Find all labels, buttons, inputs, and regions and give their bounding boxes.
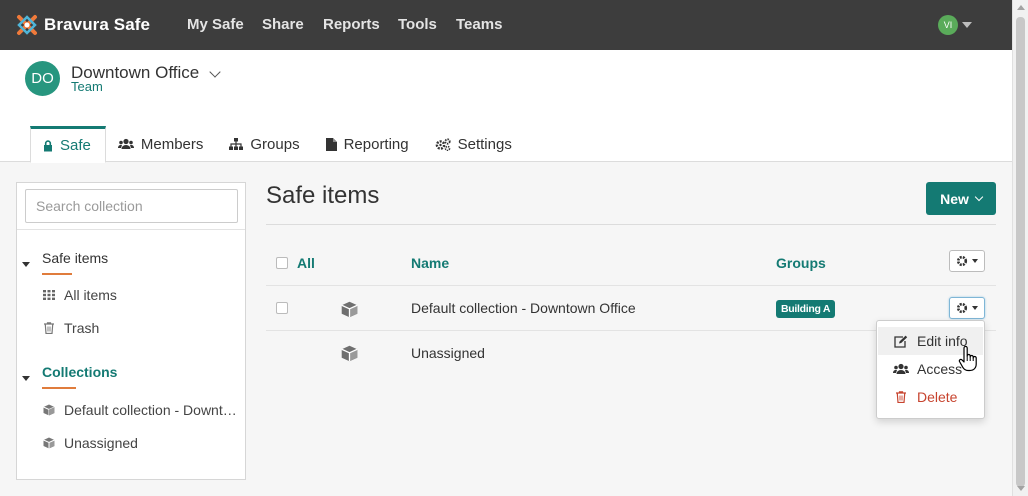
header-groups[interactable]: Groups [776, 255, 826, 271]
collections-heading[interactable]: Collections [42, 364, 117, 380]
team-switcher-caret-icon[interactable] [209, 66, 221, 78]
gear-icon [956, 302, 968, 314]
row-actions-button[interactable] [949, 297, 985, 319]
sitemap-icon [229, 138, 244, 150]
tab-settings[interactable]: Settings [423, 126, 526, 162]
file-icon [325, 137, 337, 151]
tab-reporting[interactable]: Reporting [314, 126, 423, 162]
page-scrollbar[interactable] [1012, 0, 1028, 496]
edit-icon [893, 335, 909, 348]
sidebar-item-default-collection[interactable]: Default collection - Downt… [41, 402, 237, 418]
user-avatar[interactable]: VI [938, 15, 958, 35]
collapse-caret-icon[interactable] [22, 376, 30, 381]
tab-label: Reporting [343, 135, 409, 153]
tab-label: Members [140, 135, 204, 153]
search-collection-input[interactable] [25, 189, 238, 223]
nav-share[interactable]: Share [262, 16, 304, 33]
cube-icon [41, 437, 57, 449]
bravura-logo-icon [17, 15, 37, 35]
caret-down-icon [972, 259, 978, 263]
user-menu-caret-icon[interactable] [962, 22, 972, 28]
users-icon [117, 138, 134, 150]
divider [266, 224, 996, 225]
new-button-label: New [940, 190, 969, 207]
scroll-down-arrow-icon[interactable] [1017, 486, 1025, 491]
table-divider [266, 285, 996, 286]
divider [17, 229, 245, 230]
scroll-thumb[interactable] [1016, 17, 1025, 487]
header-name[interactable]: Name [411, 255, 449, 271]
cube-icon [41, 404, 57, 416]
scroll-up-arrow-icon[interactable] [1017, 5, 1025, 10]
collapse-caret-icon[interactable] [22, 262, 30, 267]
cube-icon [341, 301, 358, 318]
tab-label: Safe [60, 137, 91, 154]
nav-tools[interactable]: Tools [398, 16, 437, 33]
team-type-label: Team [71, 79, 103, 94]
grid-icon [41, 290, 57, 300]
nav-teams[interactable]: Teams [456, 16, 502, 33]
row-checkbox[interactable] [276, 302, 288, 314]
tab-safe[interactable]: Safe [30, 126, 106, 163]
users-icon [893, 363, 909, 375]
trash-icon [41, 322, 57, 334]
nav-reports[interactable]: Reports [323, 16, 380, 33]
lock-icon [43, 139, 53, 152]
gear-icon [956, 255, 968, 267]
trash-icon [893, 391, 909, 403]
sidebar-item-unassigned[interactable]: Unassigned [41, 435, 138, 451]
tab-label: Groups [250, 135, 300, 153]
group-badge: Building A [776, 300, 836, 318]
sidebar-item-label: Trash [64, 320, 100, 336]
menu-item-delete[interactable]: Delete [878, 383, 983, 411]
active-underline [42, 387, 76, 389]
sidebar-item-trash[interactable]: Trash [41, 320, 99, 336]
sidebar-item-label: All items [64, 287, 117, 303]
tab-groups[interactable]: Groups [217, 126, 313, 162]
brand-name: Bravura Safe [44, 15, 151, 34]
page-title: Safe items [266, 182, 380, 209]
row-name[interactable]: Default collection - Downtown Office [411, 300, 636, 316]
team-header: DO Downtown Office Team Safe Members Gro… [0, 50, 1012, 163]
tab-label: Settings [457, 135, 512, 153]
cube-icon [341, 345, 358, 362]
team-tabs: Safe Members Groups Reporting Settings [30, 126, 526, 163]
tab-members[interactable]: Members [106, 126, 218, 162]
bulk-actions-button[interactable] [949, 250, 985, 272]
top-navbar: Bravura Safe My Safe Share Reports Tools… [0, 0, 1012, 50]
collection-sidebar: Safe items All items Trash Collections D… [16, 182, 246, 480]
sidebar-item-label: Unassigned [64, 435, 138, 451]
header-all[interactable]: All [297, 255, 315, 271]
sidebar-item-all-items[interactable]: All items [41, 287, 117, 303]
menu-item-label: Delete [917, 389, 958, 405]
active-underline [42, 273, 72, 275]
chevron-down-icon [974, 192, 984, 202]
menu-item-label: Access [917, 361, 963, 377]
cogs-icon [435, 137, 451, 151]
select-all-checkbox[interactable] [276, 257, 288, 269]
sidebar-item-label: Default collection - Downt… [64, 402, 237, 418]
row-name[interactable]: Unassigned [411, 345, 485, 361]
new-item-button[interactable]: New [926, 182, 996, 215]
team-avatar: DO [25, 61, 60, 96]
caret-down-icon [972, 306, 978, 310]
brand-logo[interactable]: Bravura Safe [16, 12, 150, 38]
safe-items-heading[interactable]: Safe items [42, 250, 108, 266]
nav-my-safe[interactable]: My Safe [187, 16, 244, 33]
hand-cursor-icon [958, 346, 977, 372]
